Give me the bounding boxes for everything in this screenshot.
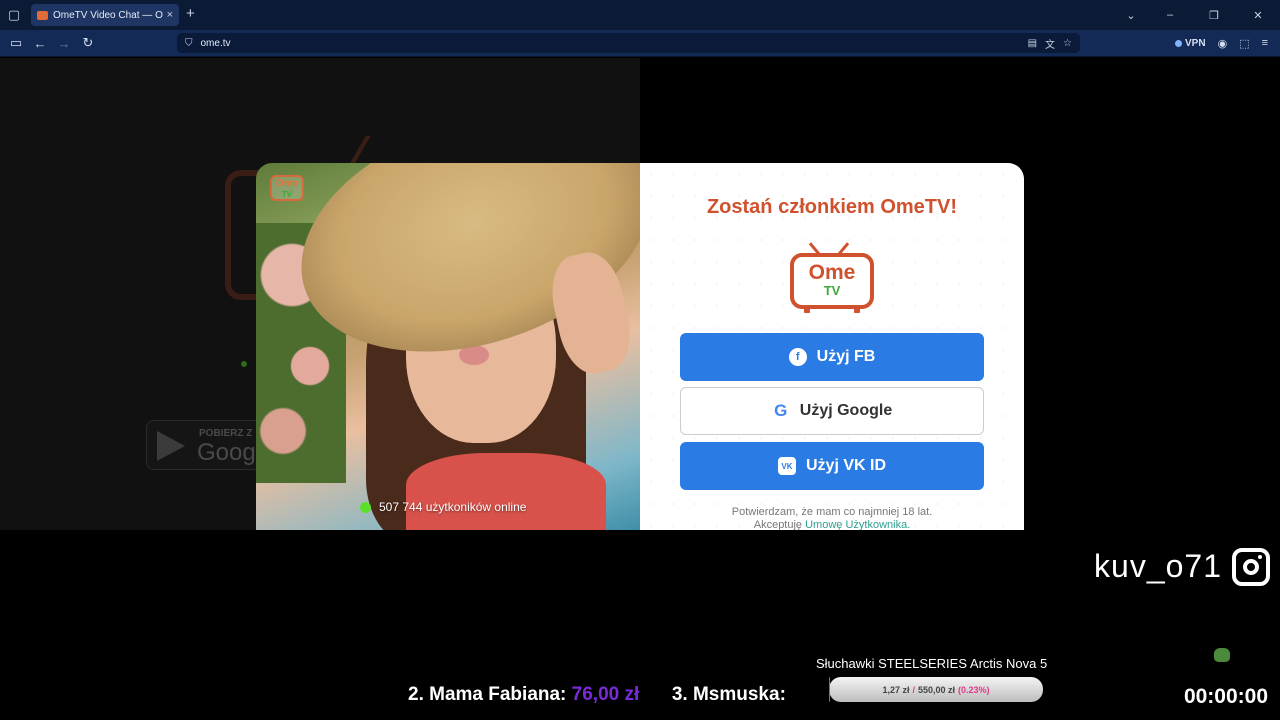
- online-counter: 507 744 użytkoników online: [360, 500, 526, 514]
- google-icon: G: [774, 401, 788, 420]
- extensions-icon[interactable]: ⬚: [1239, 37, 1249, 50]
- back-arrow-icon[interactable]: ←: [28, 31, 52, 55]
- close-window-button[interactable]: ✕: [1236, 9, 1280, 22]
- window-controls: ⌄ – ❐ ✕: [1114, 0, 1280, 30]
- reader-view-icon[interactable]: ▤: [1028, 38, 1037, 49]
- account-icon[interactable]: ◉: [1218, 37, 1228, 50]
- google-button-label: Użyj Google: [799, 402, 893, 419]
- tab-overflow-chevron-icon[interactable]: ⌄: [1114, 9, 1148, 22]
- background-logo-antenna: [283, 136, 371, 166]
- logo-leg-left: [804, 307, 810, 313]
- browser-tab[interactable]: OmeTV Video Chat — Omegle ×: [31, 4, 179, 26]
- goal-percent: (0.23%): [958, 684, 990, 695]
- donor-name: 2. Mama Fabiana:: [408, 684, 567, 705]
- logo-tv-text: TV: [823, 283, 841, 298]
- facebook-button-label: Użyj FB: [816, 348, 876, 365]
- stream-timer: 00:00:00: [1183, 685, 1268, 708]
- donor-amount: 76,00 zł: [571, 684, 640, 705]
- signup-modal: Ome TV 507 744 użytkoników online Zostań…: [256, 163, 1024, 530]
- small-logo-tv: TV: [281, 190, 293, 199]
- donor-name: 3. Msmuska:: [671, 684, 786, 705]
- signup-heading: Zostań członkiem OmeTV!: [706, 196, 958, 218]
- browser-nav-bar: ▭ ← → ↻ ⛉ ome.tv ▤ 文 ☆ VPN ◉ ⬚ ≡: [0, 30, 1280, 57]
- sidebar-icon[interactable]: ▭: [4, 31, 28, 55]
- logo-ome-text: Ome: [808, 261, 856, 284]
- forward-arrow-icon[interactable]: →: [52, 31, 76, 55]
- donor-amount: 5: [791, 684, 792, 705]
- url-text[interactable]: ome.tv: [201, 38, 1020, 49]
- star-icon[interactable]: ☆: [1063, 38, 1072, 49]
- online-status-icon: [360, 501, 371, 513]
- promo-photo: Ome TV 507 744 użytkoników online: [256, 163, 640, 530]
- background-online-dot: [241, 361, 247, 367]
- toolbar-right: VPN ◉ ⬚ ≡: [1175, 33, 1268, 53]
- address-bar[interactable]: ⛉ ome.tv ▤ 文 ☆: [177, 33, 1080, 53]
- terms-text: Potwierdzam, że mam co najmniej 18 lat. …: [640, 506, 1024, 530]
- reload-icon[interactable]: ↻: [76, 31, 100, 55]
- translate-icon[interactable]: 文: [1045, 36, 1055, 51]
- donation-goal-title: Słuchawki STEELSERIES Arctis Nova 5: [816, 656, 1048, 671]
- menu-icon[interactable]: ≡: [1262, 37, 1268, 49]
- frog-emote-icon: [1214, 648, 1230, 662]
- facebook-icon: f: [788, 348, 807, 366]
- donation-goal-bar: 1,27 zł / 550,00 zł (0.23%): [829, 677, 1043, 702]
- photo-swimsuit: [406, 453, 606, 530]
- facebook-login-button[interactable]: f Użyj FB: [680, 333, 984, 381]
- google-play-badge[interactable]: POBIERZ Z Googl: [146, 420, 266, 470]
- signup-panel: Zostań członkiem OmeTV! Ome TV f Użyj FB…: [640, 163, 1024, 530]
- instagram-icon: [1232, 548, 1270, 586]
- user-agreement-link[interactable]: Umowę Użytkownika.: [805, 519, 910, 530]
- browser-tab-bar: ▢ OmeTV Video Chat — Omegle × + ⌄ – ❐ ✕: [0, 0, 1280, 30]
- logo-screen: Ome TV: [790, 253, 874, 309]
- age-confirmation: Potwierdzam, że mam co najmniej 18 lat.: [731, 506, 933, 518]
- tabs-icon[interactable]: ▢: [0, 0, 28, 30]
- vpn-status-icon: [1175, 39, 1182, 47]
- store-badge-big-text: Googl: [197, 439, 262, 466]
- ometv-favicon-icon: [37, 10, 48, 20]
- new-tab-button[interactable]: +: [186, 6, 195, 22]
- store-badge-small-text: POBIERZ Z: [199, 428, 253, 439]
- vk-button-label: Użyj VK ID: [805, 457, 886, 474]
- top-donors-ticker: 2. Mama Fabiana: 76,00 zł 3. Msmuska: 5: [408, 684, 792, 710]
- small-logo-ome: Ome: [275, 178, 299, 189]
- restore-button[interactable]: ❐: [1192, 9, 1236, 22]
- ometv-logo: Ome TV: [790, 237, 874, 313]
- ometv-small-logo: Ome TV: [270, 175, 304, 201]
- vpn-button[interactable]: VPN: [1175, 38, 1206, 49]
- vk-login-button[interactable]: VK Użyj VK ID: [680, 442, 984, 490]
- vpn-label: VPN: [1185, 37, 1206, 49]
- goal-current: 1,27 zł: [882, 684, 910, 695]
- google-login-button[interactable]: G Użyj Google: [680, 387, 984, 435]
- online-count-text: 507 744 użytkoników online: [379, 500, 527, 514]
- instagram-handle: kuv_o71: [1094, 548, 1222, 584]
- goal-separator: /: [912, 684, 915, 695]
- shield-icon[interactable]: ⛉: [185, 38, 193, 49]
- terms-line: Akceptuję Umowę Użytkownika.: [640, 519, 1024, 530]
- logo-leg-right: [854, 307, 860, 313]
- tab-title: OmeTV Video Chat — Omegle: [53, 9, 163, 21]
- minimize-button[interactable]: –: [1148, 9, 1192, 21]
- close-tab-icon[interactable]: ×: [167, 9, 173, 21]
- page-content: POBIERZ Z Googl Ome TV 507 744 użytkonik…: [0, 58, 1280, 530]
- terms-prefix: Akceptuję: [753, 519, 806, 530]
- vk-icon: VK: [777, 457, 796, 475]
- google-play-icon: [157, 431, 185, 461]
- goal-target: 550,00 zł: [918, 684, 956, 695]
